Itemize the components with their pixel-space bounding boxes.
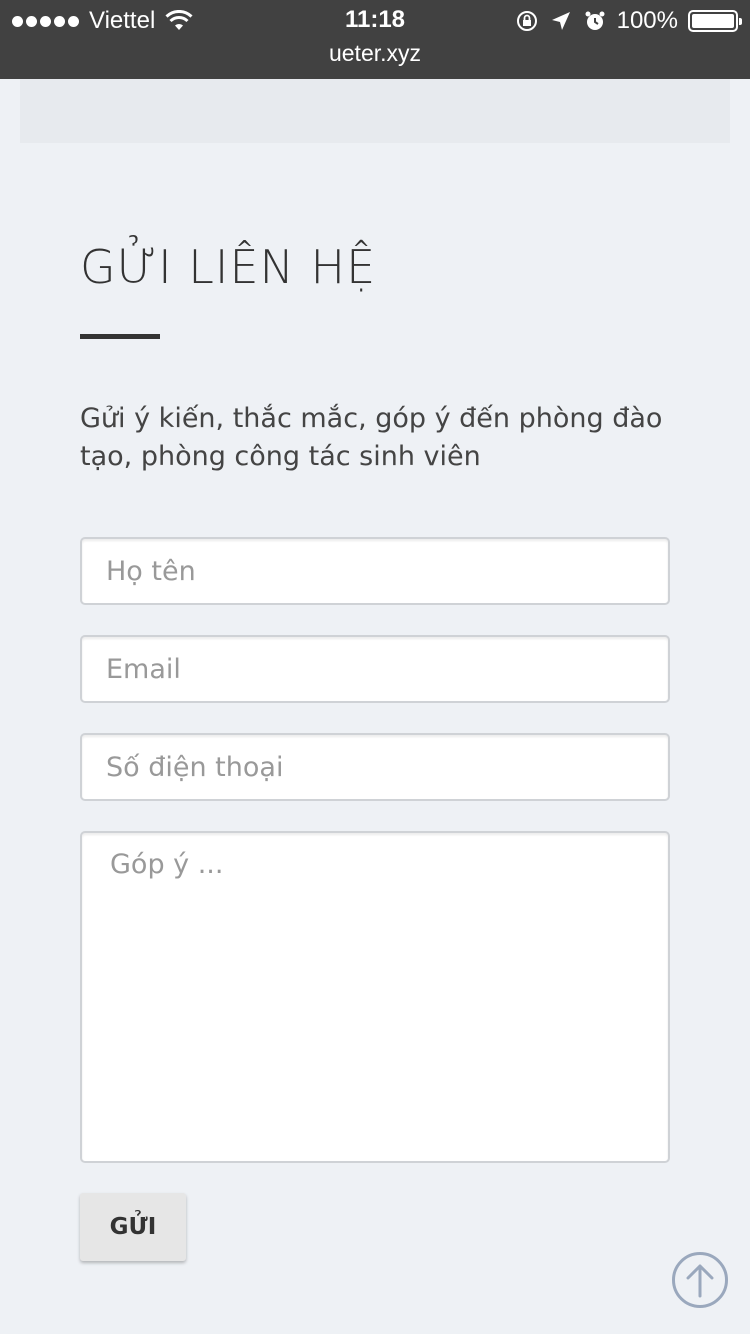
scroll-to-top-button[interactable]	[672, 1252, 728, 1308]
orientation-lock-icon	[516, 11, 537, 31]
submit-button[interactable]: GỬI	[80, 1193, 186, 1261]
status-bar-right: 100%	[515, 6, 742, 36]
previous-section-card	[20, 79, 730, 143]
name-field[interactable]	[80, 537, 670, 605]
message-field[interactable]	[80, 831, 670, 1163]
location-arrow-icon	[551, 12, 570, 30]
title-underline	[80, 334, 160, 339]
contact-description: Gửi ý kiến, thắc mắc, góp ý đến phòng đà…	[80, 403, 663, 472]
arrow-up-icon	[686, 1264, 714, 1298]
battery-icon	[688, 10, 742, 32]
battery-percent: 100%	[616, 7, 678, 34]
phone-field[interactable]	[80, 733, 670, 801]
page-url[interactable]: ueter.xyz	[0, 40, 750, 67]
email-field[interactable]	[80, 635, 670, 703]
page-title: GỬI LIÊN HỆ	[80, 240, 377, 294]
status-bar: Viettel 11:18 100% ueter.xyz	[0, 0, 750, 79]
alarm-icon	[585, 11, 605, 30]
